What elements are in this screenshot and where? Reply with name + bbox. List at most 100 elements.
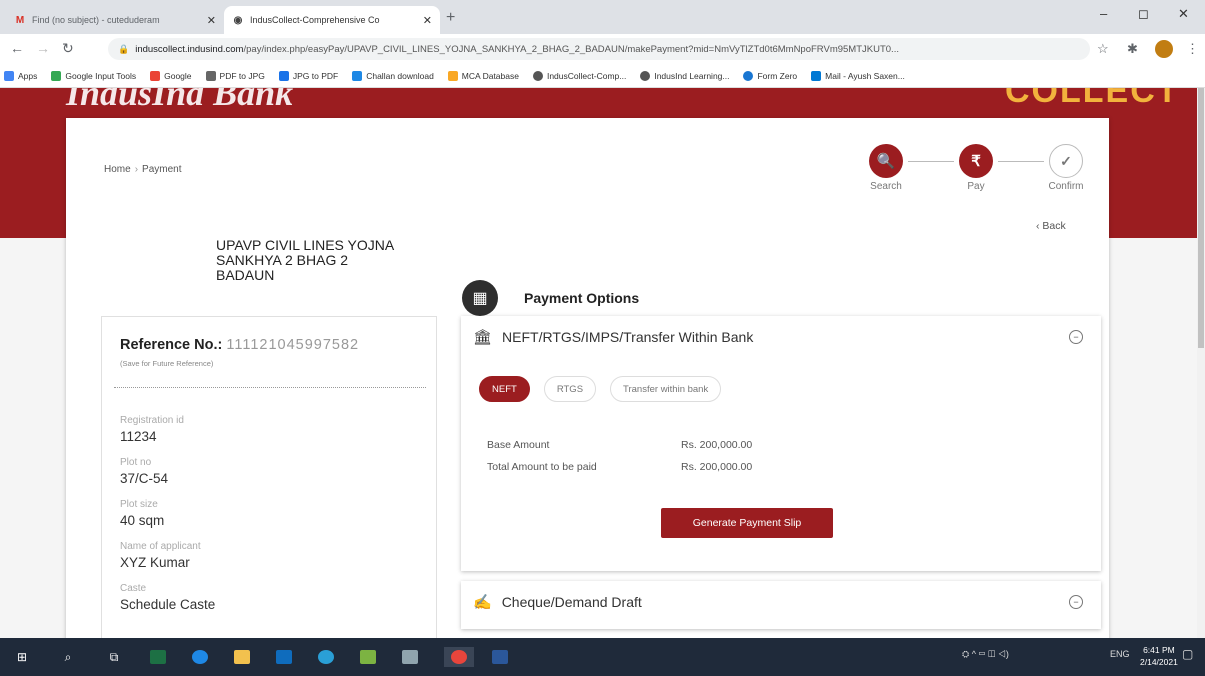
search-icon[interactable]: ⌕ [58,647,78,667]
system-tray-icons[interactable]: ⛭ ^ ▭ ◫ ◁) [962,649,1009,660]
breadcrumb-separator: › [134,164,139,175]
step-search: 🔍 Search [866,144,906,192]
bookmark-item[interactable]: MCA Database [447,70,519,81]
close-window-button[interactable]: ✕ [1178,6,1189,22]
browser-tab-strip: M Find (no subject) - cuteduderam ✕ ◉ In… [0,0,1205,34]
breadcrumb-home[interactable]: Home [104,164,131,175]
media-icon[interactable] [400,647,420,667]
page-viewport: IndusInd Bank COLLECT Home › Payment 🔍 Sea… [0,88,1197,638]
windows-start-icon[interactable]: ⊞ [12,647,32,667]
profile-avatar[interactable] [1155,40,1173,58]
language-indicator[interactable]: ENG [1110,649,1130,659]
cheque-dd-section[interactable]: ✍ Cheque/Demand Draft − [461,581,1101,629]
step-confirm: ✓ Confirm [1046,144,1086,192]
search-icon: 🔍 [869,144,903,178]
mca-icon [447,70,458,81]
breadcrumb-current: Payment [142,164,182,175]
tab-close-icon[interactable]: ✕ [207,14,216,27]
outlook-icon[interactable] [274,647,294,667]
reference-panel: Reference No.: 1111210459975​82 (Save fo… [101,316,437,638]
cheque-icon: ✍ [473,594,492,611]
browser-tab-induscollect[interactable]: ◉ IndusCollect-Comprehensive Co ✕ [224,6,440,34]
menu-icon[interactable]: ⋮ [1186,41,1199,57]
reload-icon[interactable]: ↻ [62,40,74,57]
payment-options-title: Payment Options [524,290,640,306]
windows-taskbar: ⊞ ⌕ ⧉ ⛭ ^ ▭ ◫ ◁) ENG 6:41 PM 2/14/2021 ▢ [0,638,1205,676]
new-tab-button[interactable]: + [446,9,455,27]
google-icon [150,70,161,81]
reference-note: (Save for Future Reference) [120,359,214,368]
globe-icon [205,70,216,81]
url-path: /pay/index.php/easyPay/UPAVP_CIVIL_LINES… [243,43,899,55]
bookmark-item[interactable]: Apps [4,70,37,81]
tab-close-icon[interactable]: ✕ [423,14,432,27]
url-domain: induscollect.indusind.com [135,43,244,55]
check-icon: ✓ [1049,144,1083,178]
total-amount-label: Total Amount to be paid [487,461,597,473]
browser-toolbar: ← → ↻ 🔒 induscollect.indusind.com/pay/in… [0,34,1205,64]
tab-neft[interactable]: NEFT [479,376,530,402]
field-plot-no: Plot no 37/C-54 [120,457,169,486]
collapse-icon[interactable]: − [1069,330,1083,344]
breadcrumb: Home › Payment [104,164,182,175]
task-view-icon[interactable]: ⧉ [104,647,124,667]
minimize-button[interactable]: – [1100,6,1107,21]
globe-icon [640,70,651,81]
file-explorer-icon[interactable] [232,647,252,667]
bookmark-item[interactable]: JPG to PDF [278,70,338,81]
address-bar[interactable]: 🔒 induscollect.indusind.com/pay/index.ph… [108,38,1090,60]
maximize-button[interactable]: ◻ [1138,6,1149,22]
bookmark-item[interactable]: IndusCollect-Comp... [532,70,626,81]
cheque-section-header[interactable]: ✍ Cheque/Demand Draft [473,593,642,611]
neft-section-header[interactable]: 🏛 NEFT/RTGS/IMPS/Transfer Within Bank [473,328,753,346]
bank-icon: 🏛 [473,329,493,346]
globe-icon [532,70,543,81]
page-scrollbar[interactable] [1197,88,1205,638]
generate-payment-slip-button[interactable]: Generate Payment Slip [661,508,833,538]
step-label: Search [870,181,902,192]
globe-icon: ◉ [233,14,243,26]
tab-rtgs[interactable]: RTGS [543,376,597,402]
chrome-icon[interactable] [444,647,474,667]
bookmark-item[interactable]: Challan download [352,70,434,81]
taskbar-clock[interactable]: 6:41 PM 2/14/2021 [1140,644,1178,668]
paint-icon[interactable] [358,647,378,667]
word-icon[interactable] [490,647,510,667]
form-zero-icon [743,70,754,81]
tab-title: Find (no subject) - cuteduderam [32,15,160,25]
step-label: Confirm [1048,181,1084,192]
field-plot-size: Plot size 40 sqm [120,499,165,528]
bookmark-item[interactable]: Form Zero [743,70,797,81]
excel-icon[interactable] [148,647,168,667]
base-amount-label: Base Amount [487,439,550,451]
bookmark-item[interactable]: Google Input Tools [51,70,136,81]
extensions-icon[interactable]: ✱ [1127,41,1138,57]
scrollbar-thumb[interactable] [1198,88,1204,348]
progress-stepper: 🔍 Search ₹ Pay ✓ Confirm [866,144,1096,224]
notification-icon[interactable]: ▢ [1182,647,1193,661]
divider [114,387,426,388]
reference-number: Reference No.: 1111210459975​82 [120,337,360,353]
star-icon[interactable]: ☆ [1097,41,1109,57]
lock-icon: 🔒 [118,43,130,54]
gmail-icon: M [15,14,25,26]
pdf-icon [278,70,289,81]
expand-icon[interactable]: − [1069,595,1083,609]
back-arrow-icon[interactable]: ← [10,40,24,56]
neft-rtgs-section: 🏛 NEFT/RTGS/IMPS/Transfer Within Bank − … [461,316,1101,571]
bookmark-item[interactable]: PDF to JPG [205,70,265,81]
bookmark-item[interactable]: Google [150,70,192,81]
edge-icon[interactable] [190,647,210,667]
tab-title: IndusCollect-Comprehensive Co [250,15,380,25]
bookmark-item[interactable]: IndusInd Learning... [640,70,729,81]
tab-transfer-within-bank[interactable]: Transfer within bank [610,376,722,402]
rupee-icon: ₹ [959,144,993,178]
payment-mode-tabs: NEFT RTGS Transfer within bank [479,376,735,402]
forward-arrow-icon[interactable]: → [36,40,50,56]
mail-icon [811,70,822,81]
collect-logo: COLLECT [1005,88,1180,110]
bookmark-item[interactable]: Mail - Ayush Saxen... [811,70,905,81]
ie-icon[interactable] [316,647,336,667]
back-link[interactable]: ‹ Back [1036,220,1066,232]
browser-tab-gmail[interactable]: M Find (no subject) - cuteduderam ✕ [6,6,224,34]
